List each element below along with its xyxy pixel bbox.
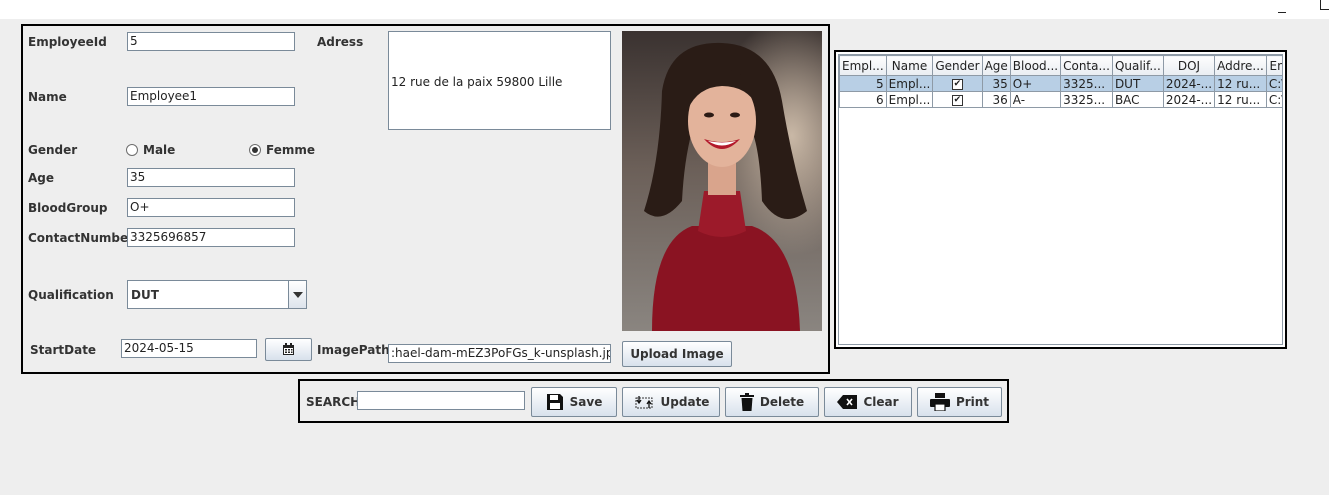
table-cell[interactable]: ✔ [932, 75, 983, 92]
search-input[interactable] [357, 391, 525, 410]
checkbox-checked-icon[interactable]: ✔ [951, 78, 963, 90]
search-label: SEARCH [306, 395, 361, 409]
age-label: Age [28, 171, 55, 185]
start-date-field[interactable]: 2024-05-15 [121, 339, 257, 358]
employee-table[interactable]: Empl... Name Gender Age Blood... Conta..… [839, 55, 1282, 108]
blood-group-field[interactable]: O+ [127, 198, 295, 217]
table-header-row: Empl... Name Gender Age Blood... Conta..… [839, 55, 1282, 76]
employee-id-label: EmployeeId [28, 35, 107, 49]
update-icon [635, 396, 653, 409]
column-header[interactable]: Empl... [1265, 55, 1282, 76]
employee-id-field[interactable]: 5 [127, 32, 295, 51]
trash-icon [739, 393, 754, 411]
backspace-icon [837, 395, 858, 409]
table-cell[interactable]: 12 ru... [1214, 75, 1267, 92]
table-cell[interactable]: ✔ [932, 91, 983, 108]
employee-table-panel: Empl... Name Gender Age Blood... Conta..… [834, 50, 1287, 349]
delete-label: Delete [759, 395, 805, 409]
column-header[interactable]: Name [885, 55, 934, 76]
minimize-icon[interactable] [1276, 3, 1288, 15]
qualification-value: DUT [131, 288, 159, 302]
table-cell[interactable]: 6 [839, 91, 887, 108]
clear-button[interactable]: Clear [824, 387, 912, 417]
column-header[interactable]: DOJ [1162, 55, 1216, 76]
start-date-label: StartDate [30, 343, 97, 357]
contact-number-label: ContactNumber [28, 231, 135, 245]
table-cell[interactable]: 3325... [1060, 75, 1113, 92]
employee-photo [622, 31, 822, 331]
print-button[interactable]: Print [917, 387, 1002, 417]
update-label: Update [660, 395, 710, 409]
address-text: 12 rue de la paix 59800 Lille [391, 75, 563, 89]
radio-checked-icon [249, 144, 261, 156]
table-scrollpane[interactable]: Empl... Name Gender Age Blood... Conta..… [838, 54, 1283, 345]
image-path-field[interactable]: :hael-dam-mEZ3PoFGs_k-unsplash.jpg [388, 344, 611, 363]
table-cell[interactable]: Empl... [885, 91, 934, 108]
table-cell[interactable]: C:\Us... [1265, 75, 1282, 92]
table-cell[interactable]: 12 ru... [1214, 91, 1267, 108]
radio-unchecked-icon [126, 144, 138, 156]
blood-group-label: BloodGroup [28, 201, 108, 215]
table-row[interactable]: 5 Empl... ✔ 35 O+ 3325... DUT 2024-... 1… [839, 75, 1282, 92]
table-cell[interactable]: C:\Us... [1265, 91, 1282, 108]
table-cell[interactable]: Empl... [885, 75, 934, 92]
printer-icon [929, 393, 950, 411]
column-header[interactable]: Addre... [1214, 55, 1267, 76]
table-cell[interactable]: 2024-... [1162, 75, 1216, 92]
image-path-label: ImagePath [317, 343, 390, 357]
column-header[interactable]: Gender [932, 55, 983, 76]
table-cell[interactable]: O+ [1009, 75, 1062, 92]
table-cell[interactable]: 2024-... [1162, 91, 1216, 108]
column-header[interactable]: Empl... [839, 55, 887, 76]
table-cell[interactable]: 35 [981, 75, 1011, 92]
save-label: Save [569, 395, 603, 409]
delete-button[interactable]: Delete [725, 387, 819, 417]
floppy-icon [546, 394, 563, 410]
gender-label: Gender [28, 143, 78, 157]
column-header[interactable]: Age [981, 55, 1011, 76]
checkbox-checked-icon[interactable]: ✔ [951, 94, 963, 106]
qualification-label: Qualification [28, 288, 114, 302]
window-titlebar [0, 0, 1329, 19]
gender-female-label: Femme [266, 143, 315, 157]
table-cell[interactable]: 5 [839, 75, 887, 92]
maximize-icon[interactable] [1320, 0, 1329, 10]
chevron-down-icon[interactable] [288, 281, 306, 308]
age-field[interactable]: 35 [127, 168, 295, 187]
contact-number-field[interactable]: 3325696857 [127, 228, 295, 247]
gender-male-label: Male [143, 143, 176, 157]
qualification-select[interactable]: DUT [127, 280, 307, 309]
table-cell[interactable]: 3325... [1060, 91, 1113, 108]
column-header[interactable]: Conta... [1060, 55, 1113, 76]
table-cell[interactable]: DUT [1111, 75, 1164, 92]
name-field[interactable]: Employee1 [127, 87, 295, 106]
gender-male-radio[interactable]: Male [126, 143, 175, 157]
upload-image-button[interactable]: Upload Image [622, 341, 732, 367]
table-cell[interactable]: BAC [1111, 91, 1164, 108]
gender-female-radio[interactable]: Femme [249, 143, 315, 157]
calendar-button[interactable] [265, 338, 312, 361]
update-button[interactable]: Update [622, 387, 720, 417]
calendar-icon [283, 343, 294, 355]
column-header[interactable]: Blood... [1009, 55, 1062, 76]
table-row[interactable]: 6 Empl... ✔ 36 A- 3325... BAC 2024-... 1… [839, 91, 1282, 108]
column-header[interactable]: Qualif... [1111, 55, 1164, 76]
save-button[interactable]: Save [531, 387, 617, 417]
address-field[interactable]: 12 rue de la paix 59800 Lille [388, 31, 611, 130]
table-cell[interactable]: 36 [981, 91, 1011, 108]
name-label: Name [28, 90, 67, 104]
table-cell[interactable]: A- [1009, 91, 1062, 108]
print-label: Print [955, 395, 990, 409]
clear-label: Clear [863, 395, 899, 409]
address-label: Adress [317, 35, 364, 49]
